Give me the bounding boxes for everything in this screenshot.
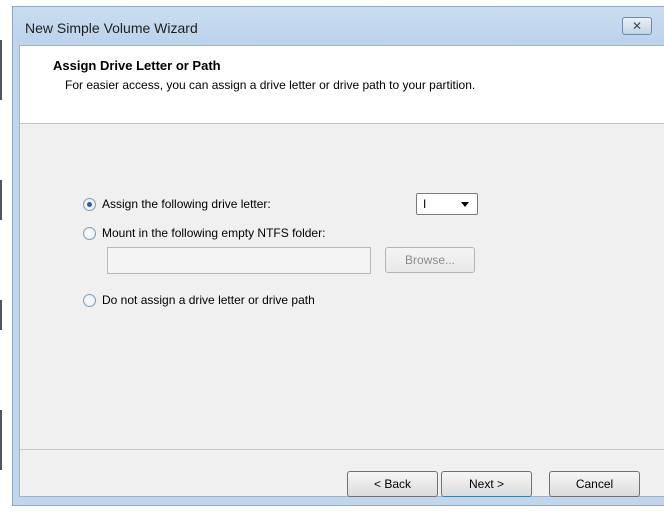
close-icon: ✕ bbox=[631, 19, 643, 33]
header-panel: Assign Drive Letter or Path For easier a… bbox=[20, 46, 664, 124]
edge-mark bbox=[0, 180, 2, 220]
folder-path-input[interactable] bbox=[107, 247, 371, 274]
edge-mark bbox=[0, 300, 2, 330]
no-assign-option[interactable]: Do not assign a drive letter or drive pa… bbox=[83, 293, 315, 307]
mount-folder-radio[interactable] bbox=[83, 226, 96, 240]
no-assign-radio[interactable] bbox=[83, 293, 96, 307]
back-button[interactable]: < Back bbox=[347, 471, 438, 497]
footer-divider bbox=[20, 449, 664, 450]
mount-folder-label: Mount in the following empty NTFS folder… bbox=[102, 226, 326, 240]
drive-letter-value: I bbox=[423, 197, 427, 211]
background-edge bbox=[0, 0, 12, 516]
title-bar[interactable]: New Simple Volume Wizard ✕ bbox=[13, 7, 664, 45]
no-assign-label: Do not assign a drive letter or drive pa… bbox=[102, 293, 315, 307]
browse-button[interactable]: Browse... bbox=[385, 247, 475, 273]
cancel-button[interactable]: Cancel bbox=[549, 471, 640, 497]
wizard-content: Assign Drive Letter or Path For easier a… bbox=[19, 45, 664, 497]
assign-letter-option[interactable]: Assign the following drive letter: bbox=[83, 197, 271, 211]
page-subtitle: For easier access, you can assign a driv… bbox=[65, 78, 476, 92]
assign-letter-label: Assign the following drive letter: bbox=[102, 197, 271, 211]
page-title: Assign Drive Letter or Path bbox=[53, 58, 221, 73]
window-title: New Simple Volume Wizard bbox=[25, 20, 198, 36]
next-button[interactable]: Next > bbox=[441, 471, 532, 497]
drive-letter-dropdown[interactable]: I bbox=[416, 193, 478, 215]
close-button[interactable]: ✕ bbox=[622, 17, 652, 35]
assign-letter-radio[interactable] bbox=[83, 197, 96, 211]
mount-folder-option[interactable]: Mount in the following empty NTFS folder… bbox=[83, 226, 325, 240]
wizard-window: New Simple Volume Wizard ✕ Assign Drive … bbox=[12, 6, 664, 506]
edge-mark bbox=[0, 40, 2, 100]
chevron-down-icon bbox=[461, 202, 469, 207]
edge-mark bbox=[0, 410, 2, 470]
